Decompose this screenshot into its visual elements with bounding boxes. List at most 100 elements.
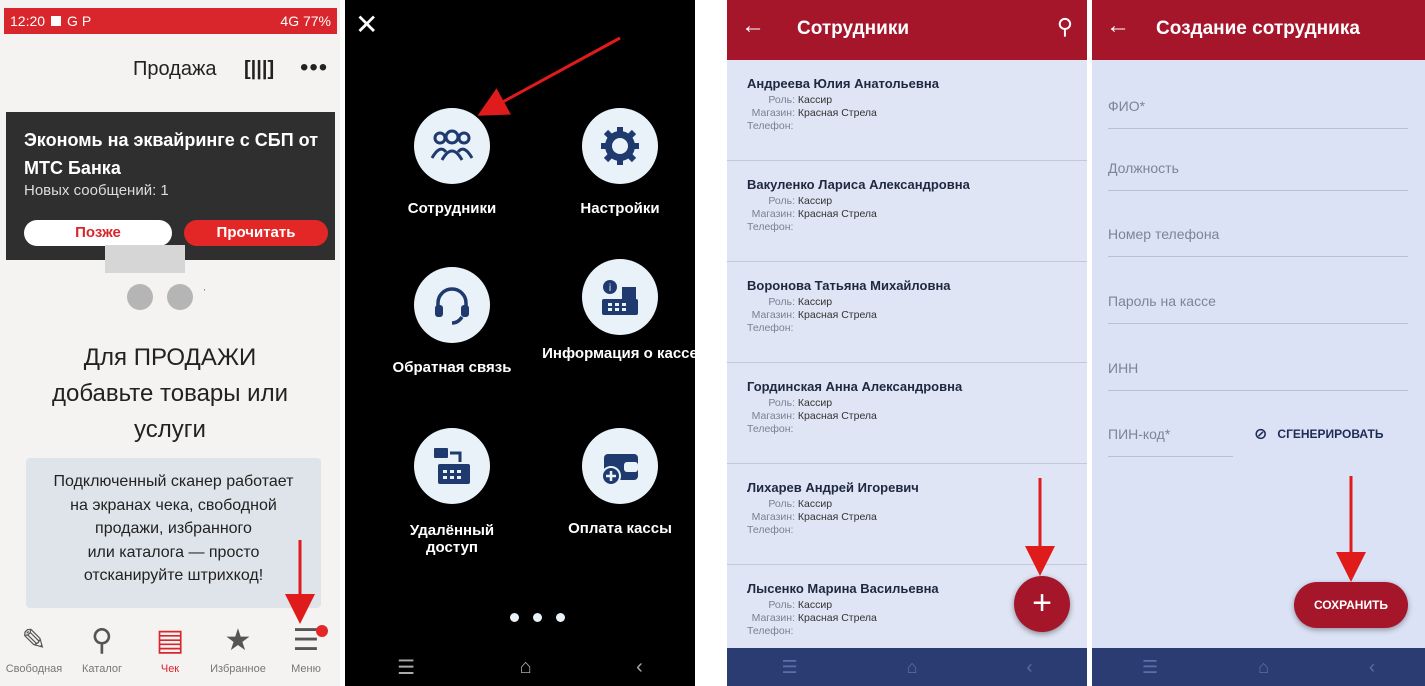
list-item[interactable]: Гординская Анна Александровна Роль: Касс… [727,363,1087,464]
employee-name: Гординская Анна Александровна [747,379,963,394]
menu-item-register-info[interactable]: i Информация о кассе [535,259,695,362]
store-label: Магазин: [751,612,795,624]
close-icon[interactable]: ✕ [355,8,378,41]
tab-label: Каталог [82,663,122,675]
menu-item-feedback[interactable]: Обратная связь [367,267,537,376]
promo-title: Экономь на эквайринге с СБП от МТС Банка [24,130,319,178]
back-arrow-icon[interactable]: ← [741,12,765,40]
menu-label: Удалённый доступ [409,522,495,556]
pencil-icon: ✎ [21,624,47,657]
tab-free[interactable]: ✎ Свободная [0,615,68,686]
app-bar: ← Создание сотрудника [1092,0,1425,60]
info-line: Подключенный сканер работает [53,473,294,490]
inn-field[interactable]: ИНН [1108,360,1408,391]
page-title: Создание сотрудника [1156,18,1360,39]
page-dot [556,613,565,622]
position-field[interactable]: Должность [1108,160,1408,191]
register-info-icon: i [582,259,658,335]
add-employee-button[interactable]: + [1014,576,1070,632]
promo-count: Новых сообщений: 1 [24,182,169,199]
menu-item-remote-access[interactable]: Удалённый доступ [367,428,537,556]
status-icons: G P [67,13,92,29]
employee-name: Воронова Татьяна Михайловна [747,278,951,293]
store-label: Магазин: [751,410,795,422]
save-button[interactable]: СОХРАНИТЬ [1294,582,1408,628]
employee-role: Кассир [797,296,833,308]
wallet-add-icon [582,428,658,504]
later-button[interactable]: Позже [24,220,172,246]
tab-catalog[interactable]: ⚲ Каталог [68,615,136,686]
back-icon[interactable]: ‹ [1369,657,1375,678]
search-icon: ⚲ [91,624,113,657]
tab-receipt[interactable]: ▤ Чек [136,615,204,686]
plus-icon: + [1032,584,1052,622]
list-item[interactable]: Вакуленко Лариса Александровна Роль: Кас… [727,161,1087,262]
role-label: Роль: [768,599,795,611]
employee-role: Кассир [797,498,833,510]
system-navbar: ☰ ⌂ ‹ [345,648,695,686]
bottom-tabs: ✎ Свободная ⚲ Каталог ▤ Чек ★ Избранное … [0,615,340,686]
employee-role: Кассир [797,599,833,611]
list-item[interactable]: Лихарев Андрей Игоревич Роль: Кассир Маг… [727,464,1087,565]
back-icon[interactable]: ‹ [1026,657,1032,678]
users-icon [414,108,490,184]
employee-role: Кассир [797,397,833,409]
home-icon[interactable]: ⌂ [1258,657,1269,678]
info-line: на экранах чека, свободной [70,496,277,514]
barcode-icon[interactable]: [|||] [244,58,274,81]
page-indicator [510,613,565,622]
menu-item-employees[interactable]: Сотрудники [367,108,537,217]
headset-icon [414,267,490,343]
headline-line: добавьте товары или [52,380,288,407]
status-time: 12:20 [10,13,46,29]
pin-field[interactable]: ПИН-код* [1108,426,1233,457]
list-item[interactable]: Андреева Юлия Анатольевна Роль: Кассир М… [727,60,1087,161]
employee-store: Красная Стрела [797,208,877,220]
tab-favorites[interactable]: ★ Избранное [204,615,272,686]
recent-apps-icon[interactable]: ☰ [1142,657,1158,678]
register-password-field[interactable]: Пароль на кассе [1108,293,1408,324]
receipt-icon: ▤ [155,624,185,657]
employee-store: Красная Стрела [797,511,877,523]
phone-field[interactable]: Номер телефона [1108,226,1408,257]
employee-store: Красная Стрела [797,107,877,119]
promo-banner: Экономь на эквайринге с СБП от МТС Банка… [6,112,335,260]
menu-label: Информация о кассе [542,345,695,362]
recent-apps-icon[interactable]: ☰ [397,655,415,680]
svg-text:i: i [609,283,612,294]
list-item[interactable]: Воронова Татьяна Михайловна Роль: Кассир… [727,262,1087,363]
app-bar: ← Сотрудники ⚲ [727,0,1087,60]
store-label: Магазин: [751,511,795,523]
back-arrow-icon[interactable]: ← [1106,12,1130,40]
generate-button[interactable]: СГЕНЕРИРОВАТЬ [1277,427,1383,441]
store-label: Магазин: [751,208,795,220]
sale-header: Продажа [|||] ••• [0,40,340,105]
phone-label: Телефон: [747,524,794,536]
info-line: или каталога — просто [87,543,260,561]
role-label: Роль: [768,195,795,207]
recent-apps-icon[interactable]: ☰ [781,657,797,678]
eye-off-icon[interactable]: ⊘ [1254,424,1267,444]
gear-icon [582,108,658,184]
headline-line: услуги [134,416,206,443]
employee-store: Красная Стрела [797,410,877,422]
headline-line: Для ПРОДАЖИ [83,344,257,371]
menu-item-payment[interactable]: Оплата кассы [535,428,695,537]
system-navbar: ☰ ⌂ ‹ [727,648,1087,686]
search-icon[interactable]: ⚲ [1057,14,1073,40]
status-battery: 4G 77% [280,13,331,29]
menu-item-settings[interactable]: Настройки [535,108,695,217]
home-icon[interactable]: ⌂ [520,656,532,679]
page-title: Сотрудники [797,18,910,39]
back-icon[interactable]: ‹ [636,656,643,679]
menu-badge [316,625,328,637]
menu-screen: ✕ Сотрудники Настройки Обратная связь i … [345,0,695,686]
read-button[interactable]: Прочитать [184,220,328,246]
employee-name: Андреева Юлия Анатольевна [747,76,939,91]
cart-icon [105,245,205,310]
home-icon[interactable]: ⌂ [907,657,918,678]
full-name-field[interactable]: ФИО* [1108,98,1408,129]
system-navbar: ☰ ⌂ ‹ [1092,648,1425,686]
tab-menu[interactable]: ☰ Меню [272,615,340,686]
more-icon[interactable]: ••• [300,54,328,82]
